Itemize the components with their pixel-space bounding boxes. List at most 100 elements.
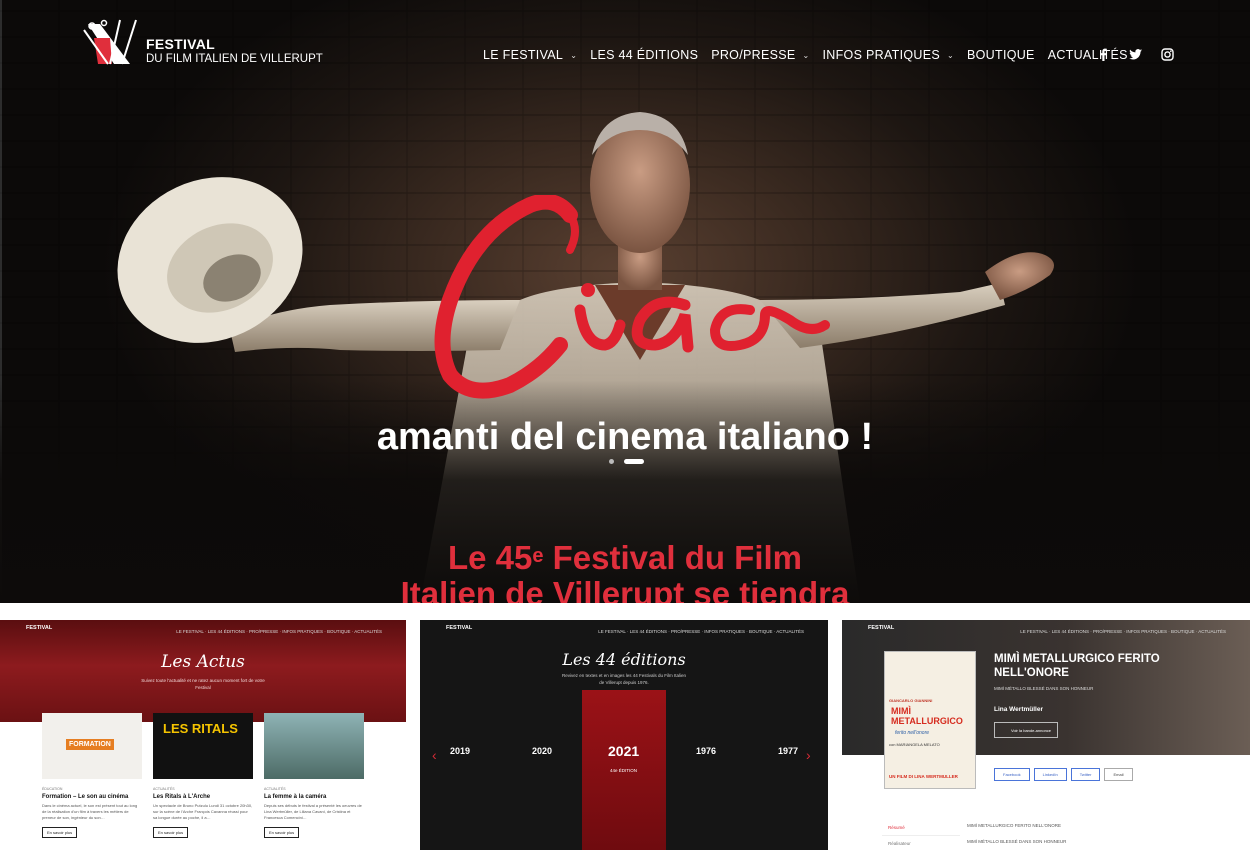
edition-year[interactable]: 1977 (778, 746, 798, 756)
preview-editions[interactable]: FESTIVAL LE FESTIVAL · LES 44 ÉDITIONS ·… (420, 620, 828, 850)
mini-nav-link: BOUTIQUE (748, 629, 773, 634)
read-more-button[interactable]: En savoir plus (264, 827, 300, 838)
film-info-line: MIMÌ METALLURGICO FERITO NELL'ONORE (967, 823, 1061, 828)
mini-nav-links: LE FESTIVAL · LES 44 ÉDITIONS · PRO/PRES… (1020, 629, 1226, 634)
ciao-script-title (430, 193, 830, 410)
mini-nav-link: BOUTIQUE (326, 629, 351, 634)
logo-mark-icon (83, 19, 137, 65)
editions-title: Les 44 éditions (562, 650, 686, 669)
logo-title: FESTIVAL (146, 36, 216, 52)
chevron-left-icon[interactable]: ‹ (432, 747, 437, 763)
news-card-category: ÉDUCATION (42, 787, 63, 791)
preview-film[interactable]: FESTIVAL LE FESTIVAL · LES 44 ÉDITIONS ·… (842, 620, 1250, 850)
poster-actor: GIANCARLO GIANNINI (889, 698, 933, 703)
preview-actus[interactable]: FESTIVAL LE FESTIVAL · LES 44 ÉDITIONS ·… (0, 620, 406, 850)
news-card-category: ACTUALITÉS (264, 787, 286, 791)
tab-resume[interactable]: Résumé (882, 820, 960, 836)
nav-label: PRO/PRESSE (711, 48, 796, 62)
slider-dot-2[interactable] (624, 459, 644, 464)
film-title: MIMÌ METALLURGICO FERITO NELL'ONORE (994, 653, 1160, 679)
chevron-down-icon: ⌄ (947, 50, 955, 60)
edition-year[interactable]: 2019 (450, 746, 470, 756)
share-facebook-button[interactable]: Facebook (994, 768, 1030, 781)
film-info-line: MIMÌ MÉTALLO BLESSÉ DANS SON HONNEUR (967, 839, 1067, 844)
trailer-button[interactable]: Voir la bande-annonce (994, 722, 1058, 738)
film-poster: GIANCARLO GIANNINI MIMÌ METALLURGICO fer… (884, 651, 976, 789)
facebook-icon[interactable] (1096, 47, 1111, 62)
news-card-image (264, 713, 364, 779)
mini-nav: FESTIVAL LE FESTIVAL · LES 44 ÉDITIONS ·… (420, 620, 828, 642)
mini-nav-link: BOUTIQUE (1170, 629, 1195, 634)
chevron-down-icon: ⌄ (802, 50, 810, 60)
mini-logo: FESTIVAL (26, 625, 53, 631)
mini-nav-link: LES 44 ÉDITIONS (629, 629, 668, 634)
mini-nav: FESTIVAL LE FESTIVAL · LES 44 ÉDITIONS ·… (842, 620, 1250, 642)
share-buttons: Facebook LinkedIn Twitter Email (994, 768, 1133, 781)
read-more-button[interactable]: En savoir plus (42, 827, 78, 838)
mini-nav-link: INFOS PRATIQUES (282, 629, 323, 634)
mini-nav-link: INFOS PRATIQUES (704, 629, 745, 634)
poster-cast: con MARIANGELA MELATO (889, 742, 940, 747)
nav-label: LES 44 ÉDITIONS (590, 48, 699, 62)
news-card[interactable]: LES RITALS ACTUALITÉS Les Ritals à L'Arc… (153, 713, 253, 839)
social-links (1096, 47, 1175, 62)
film-director: Lina Wertmüller (994, 706, 1044, 713)
share-twitter-button[interactable]: Twitter (1070, 768, 1101, 781)
mini-nav-link: ACTUALITÉS (1198, 629, 1226, 634)
nav-label: BOUTIQUE (967, 48, 1035, 62)
share-linkedin-button[interactable]: LinkedIn (1033, 768, 1067, 781)
festival-logo[interactable]: FESTIVAL DU FILM ITALIEN DE VILLERUPT (80, 18, 323, 70)
mini-nav-links: LE FESTIVAL · LES 44 ÉDITIONS · PRO/PRES… (176, 629, 382, 634)
mini-nav-link: LES 44 ÉDITIONS (207, 629, 246, 634)
nav-les-44-editions[interactable]: LES 44 ÉDITIONS (590, 48, 698, 62)
nav-pro-presse[interactable]: PRO/PRESSE ⌄ (711, 48, 809, 62)
share-email-button[interactable]: Email (1104, 768, 1133, 781)
news-card-text: Dans le cinéma actuel, le son est présen… (42, 803, 138, 820)
edition-year[interactable]: 2020 (532, 746, 552, 756)
instagram-icon[interactable] (1160, 47, 1175, 62)
poster-text: FORMATION (66, 739, 114, 750)
slider-dot-1[interactable] (609, 459, 614, 464)
mini-nav-link: PRO/PRESSE (249, 629, 279, 634)
read-more-button[interactable]: En savoir plus (153, 827, 189, 838)
news-card-title: Les Ritals à L'Arche (153, 794, 211, 800)
film-subtitle: MIMÌ MÉTALLO BLESSÉ DANS SON HONNEUR (994, 686, 1094, 691)
actus-subtitle: Suivez toute l'actualité et ne ratez auc… (141, 678, 265, 690)
chevron-right-icon[interactable]: › (806, 747, 811, 763)
news-card-text: Un spectacle de Bruno Putzulu Lundi 31 o… (153, 803, 253, 820)
twitter-icon[interactable] (1128, 47, 1143, 62)
edition-year-current[interactable]: 2021 (608, 743, 639, 759)
edition-year[interactable]: 1976 (696, 746, 716, 756)
mini-nav-link: PRO/PRESSE (671, 629, 701, 634)
tab-realisateur[interactable]: Réalisateur (882, 836, 960, 850)
hero-section: FESTIVAL DU FILM ITALIEN DE VILLERUPT LE… (0, 0, 1250, 603)
mini-nav-link: ACTUALITÉS (354, 629, 382, 634)
mini-logo: FESTIVAL (868, 625, 895, 631)
news-card[interactable]: ACTUALITÉS La femme à la caméra Depuis s… (264, 713, 364, 839)
edition-number: 44e ÉDITION (610, 768, 638, 773)
editions-subtitle: Revivez en textes et en images les 44 Fe… (561, 673, 687, 685)
news-card-image: LES RITALS (153, 713, 253, 779)
nav-boutique[interactable]: BOUTIQUE (967, 48, 1035, 62)
headline-sup: e (532, 545, 544, 567)
mini-nav-link: LE FESTIVAL (598, 629, 626, 634)
nav-label: LE FESTIVAL (483, 48, 564, 62)
news-card-image: FORMATION (42, 713, 142, 779)
news-card-title: Formation – Le son au cinéma (42, 794, 129, 800)
mini-logo: FESTIVAL (446, 625, 473, 631)
mini-nav: FESTIVAL LE FESTIVAL · LES 44 ÉDITIONS ·… (0, 620, 406, 642)
nav-infos-pratiques[interactable]: INFOS PRATIQUES ⌄ (823, 48, 955, 62)
mini-nav-link: LE FESTIVAL (1020, 629, 1048, 634)
headline-line-2: Italien de Villerupt se tiendra (400, 575, 850, 604)
poster-subtitle: ferito nell'onore (895, 730, 930, 736)
nav-label: INFOS PRATIQUES (822, 48, 940, 62)
mini-nav-link: INFOS PRATIQUES (1126, 629, 1167, 634)
main-nav: LE FESTIVAL ⌄ LES 44 ÉDITIONS PRO/PRESSE ⌄… (483, 48, 1141, 62)
nav-le-festival[interactable]: LE FESTIVAL ⌄ (483, 48, 577, 62)
news-card[interactable]: FORMATION ÉDUCATION Formation – Le son a… (42, 713, 142, 839)
hero-tagline: amanti del cinema italiano ! (376, 416, 874, 458)
poster-credit: UN FILM DI LINA WERTMULLER (889, 774, 958, 779)
film-tabs: Résumé Réalisateur (882, 820, 960, 850)
poster-text: LES RITALS (163, 721, 238, 736)
festival-headline: Le 45e Festival du Film Italien de Ville… (0, 540, 1250, 604)
